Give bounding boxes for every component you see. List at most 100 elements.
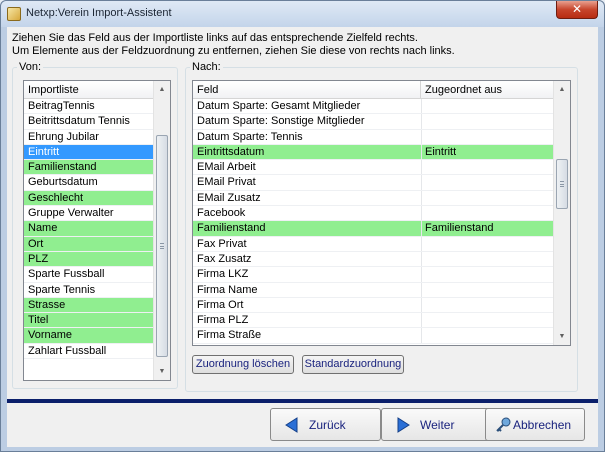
field-mapping-scrollbar[interactable]: ▲ ▼	[553, 81, 570, 345]
cancel-button-label: Abbrechen	[513, 418, 572, 432]
scroll-down-arrow-icon[interactable]: ▼	[554, 328, 570, 345]
app-icon	[7, 7, 21, 21]
column-separator	[421, 190, 422, 206]
cancel-button[interactable]: Abbrechen	[485, 408, 585, 441]
arrow-left-icon	[285, 417, 298, 433]
instructions: Ziehen Sie das Feld aus der Importliste …	[12, 32, 592, 58]
list-item[interactable]: Eintritt	[24, 144, 153, 161]
field-cell: Firma LKZ	[197, 268, 249, 281]
list-item[interactable]: Name	[24, 221, 153, 237]
scroll-up-arrow-icon[interactable]: ▲	[154, 81, 170, 98]
column-header-field[interactable]: Feld	[193, 81, 421, 99]
instruction-line-2: Um Elemente aus der Feldzuordnung zu ent…	[12, 45, 455, 57]
assigned-cell: Familienstand	[425, 222, 494, 235]
list-item[interactable]: Geschlecht	[24, 190, 153, 207]
table-row[interactable]: Firma Name	[193, 282, 553, 298]
table-row[interactable]: Fax Zusatz	[193, 251, 553, 268]
field-cell: Firma Name	[197, 283, 258, 296]
list-item[interactable]: Ehrung Jubilar	[24, 130, 153, 145]
field-cell: Datum Sparte: Gesamt Mitglieder	[197, 100, 361, 112]
title-bar[interactable]: Netxp:Verein Import-Assistent ✕	[1, 1, 604, 27]
column-separator	[421, 221, 422, 236]
arrow-right-icon	[397, 417, 410, 433]
column-separator	[421, 160, 422, 175]
table-row[interactable]: EMail Zusatz	[193, 190, 553, 207]
field-cell: Fax Privat	[197, 237, 247, 250]
field-cell: Facebook	[197, 207, 246, 220]
list-item[interactable]: Vorname	[24, 328, 153, 344]
import-list-header[interactable]: Importliste	[24, 81, 154, 99]
table-row[interactable]: Facebook	[193, 206, 553, 222]
column-separator	[421, 114, 422, 129]
column-separator	[421, 129, 422, 144]
scroll-thumb[interactable]	[556, 159, 568, 209]
column-header-assigned[interactable]: Zugeordnet aus	[421, 81, 555, 99]
key-icon	[496, 417, 511, 432]
table-row[interactable]: Fax Privat	[193, 236, 553, 252]
next-button-label: Weiter	[420, 418, 455, 432]
table-row[interactable]: Firma Ort	[193, 297, 553, 314]
table-row[interactable]: Firma Straße	[193, 328, 553, 344]
next-button[interactable]: Weiter	[381, 408, 491, 441]
default-mapping-button[interactable]: Standardzuordnung	[302, 355, 404, 374]
field-cell: Datum Sparte: Tennis	[197, 130, 303, 143]
list-item[interactable]: Familienstand	[24, 160, 153, 176]
back-button[interactable]: Zurück	[270, 408, 381, 441]
from-group: Von: Importliste BeitragTennis Beitrittsd…	[12, 61, 178, 389]
list-item[interactable]: Gruppe Verwalter	[24, 206, 153, 222]
list-item[interactable]: Sparte Fussball	[24, 267, 153, 283]
table-row[interactable]: Datum Sparte: Sonstige Mitglieder	[193, 114, 553, 130]
field-cell: Fax Zusatz	[197, 252, 252, 265]
column-separator	[421, 144, 422, 160]
list-item[interactable]: Strasse	[24, 297, 153, 314]
clear-mapping-button[interactable]: Zuordnung löschen	[192, 355, 294, 374]
column-separator	[421, 328, 422, 343]
field-cell: Datum Sparte: Sonstige Mitglieder	[197, 115, 365, 128]
back-button-label: Zurück	[309, 418, 346, 432]
field-mapping-header: Feld Zugeordnet aus	[193, 81, 553, 99]
table-row[interactable]: Eintrittsdatum Eintritt	[193, 144, 553, 161]
list-item[interactable]: BeitragTennis	[24, 99, 153, 115]
list-item[interactable]: Sparte Tennis	[24, 283, 153, 298]
field-cell: Eintrittsdatum	[197, 145, 265, 158]
table-row[interactable]: Firma PLZ	[193, 313, 553, 329]
list-item[interactable]: Zahlart Fussball	[24, 344, 153, 360]
window-title: Netxp:Verein Import-Assistent	[26, 7, 172, 19]
list-item[interactable]: Titel	[24, 313, 153, 329]
table-row[interactable]: Familienstand Familienstand	[193, 221, 553, 237]
import-list[interactable]: Importliste BeitragTennis Beitrittsdatum …	[23, 80, 171, 381]
list-item[interactable]: Geburtsdatum	[24, 175, 153, 191]
field-cell: Firma PLZ	[197, 314, 249, 327]
footer: Zurück Weiter Abbrechen	[7, 403, 598, 447]
import-list-rows: BeitragTennis Beitrittsdatum Tennis Ehrung…	[24, 99, 153, 360]
table-row[interactable]: Datum Sparte: Tennis	[193, 129, 553, 145]
field-cell: EMail Privat	[197, 176, 256, 189]
field-cell: EMail Arbeit	[197, 161, 256, 174]
list-item[interactable]: Ort	[24, 236, 153, 252]
scroll-thumb[interactable]	[156, 135, 168, 357]
assigned-cell: Eintritt	[425, 145, 457, 158]
to-group: Nach: Feld Zugeordnet aus Datum Sparte: …	[185, 61, 578, 392]
field-mapping-rows: Datum Sparte: Gesamt Mitglieder Datum Spa…	[193, 99, 553, 344]
table-row[interactable]: EMail Arbeit	[193, 160, 553, 176]
list-item[interactable]: PLZ	[24, 251, 153, 268]
import-list-scrollbar[interactable]: ▲ ▼	[153, 81, 170, 380]
field-cell: Firma Straße	[197, 329, 262, 342]
instruction-line-1: Ziehen Sie das Feld aus der Importliste …	[12, 32, 418, 44]
field-mapping-grid[interactable]: Feld Zugeordnet aus Datum Sparte: Gesamt…	[192, 80, 571, 346]
scroll-down-arrow-icon[interactable]: ▼	[154, 363, 170, 380]
table-row[interactable]: EMail Privat	[193, 175, 553, 191]
table-row[interactable]: Datum Sparte: Gesamt Mitglieder	[193, 99, 553, 115]
column-separator	[421, 99, 422, 114]
column-separator	[421, 251, 422, 267]
column-separator	[421, 267, 422, 282]
scroll-up-arrow-icon[interactable]: ▲	[554, 81, 570, 98]
table-row[interactable]: Firma LKZ	[193, 267, 553, 283]
close-button[interactable]: ✕	[556, 1, 598, 19]
column-separator	[421, 282, 422, 297]
to-group-label: Nach:	[190, 61, 223, 74]
list-item[interactable]: Beitrittsdatum Tennis	[24, 114, 153, 130]
field-cell: Firma Ort	[197, 298, 244, 311]
field-cell: Familienstand	[197, 222, 266, 235]
column-separator	[421, 236, 422, 251]
